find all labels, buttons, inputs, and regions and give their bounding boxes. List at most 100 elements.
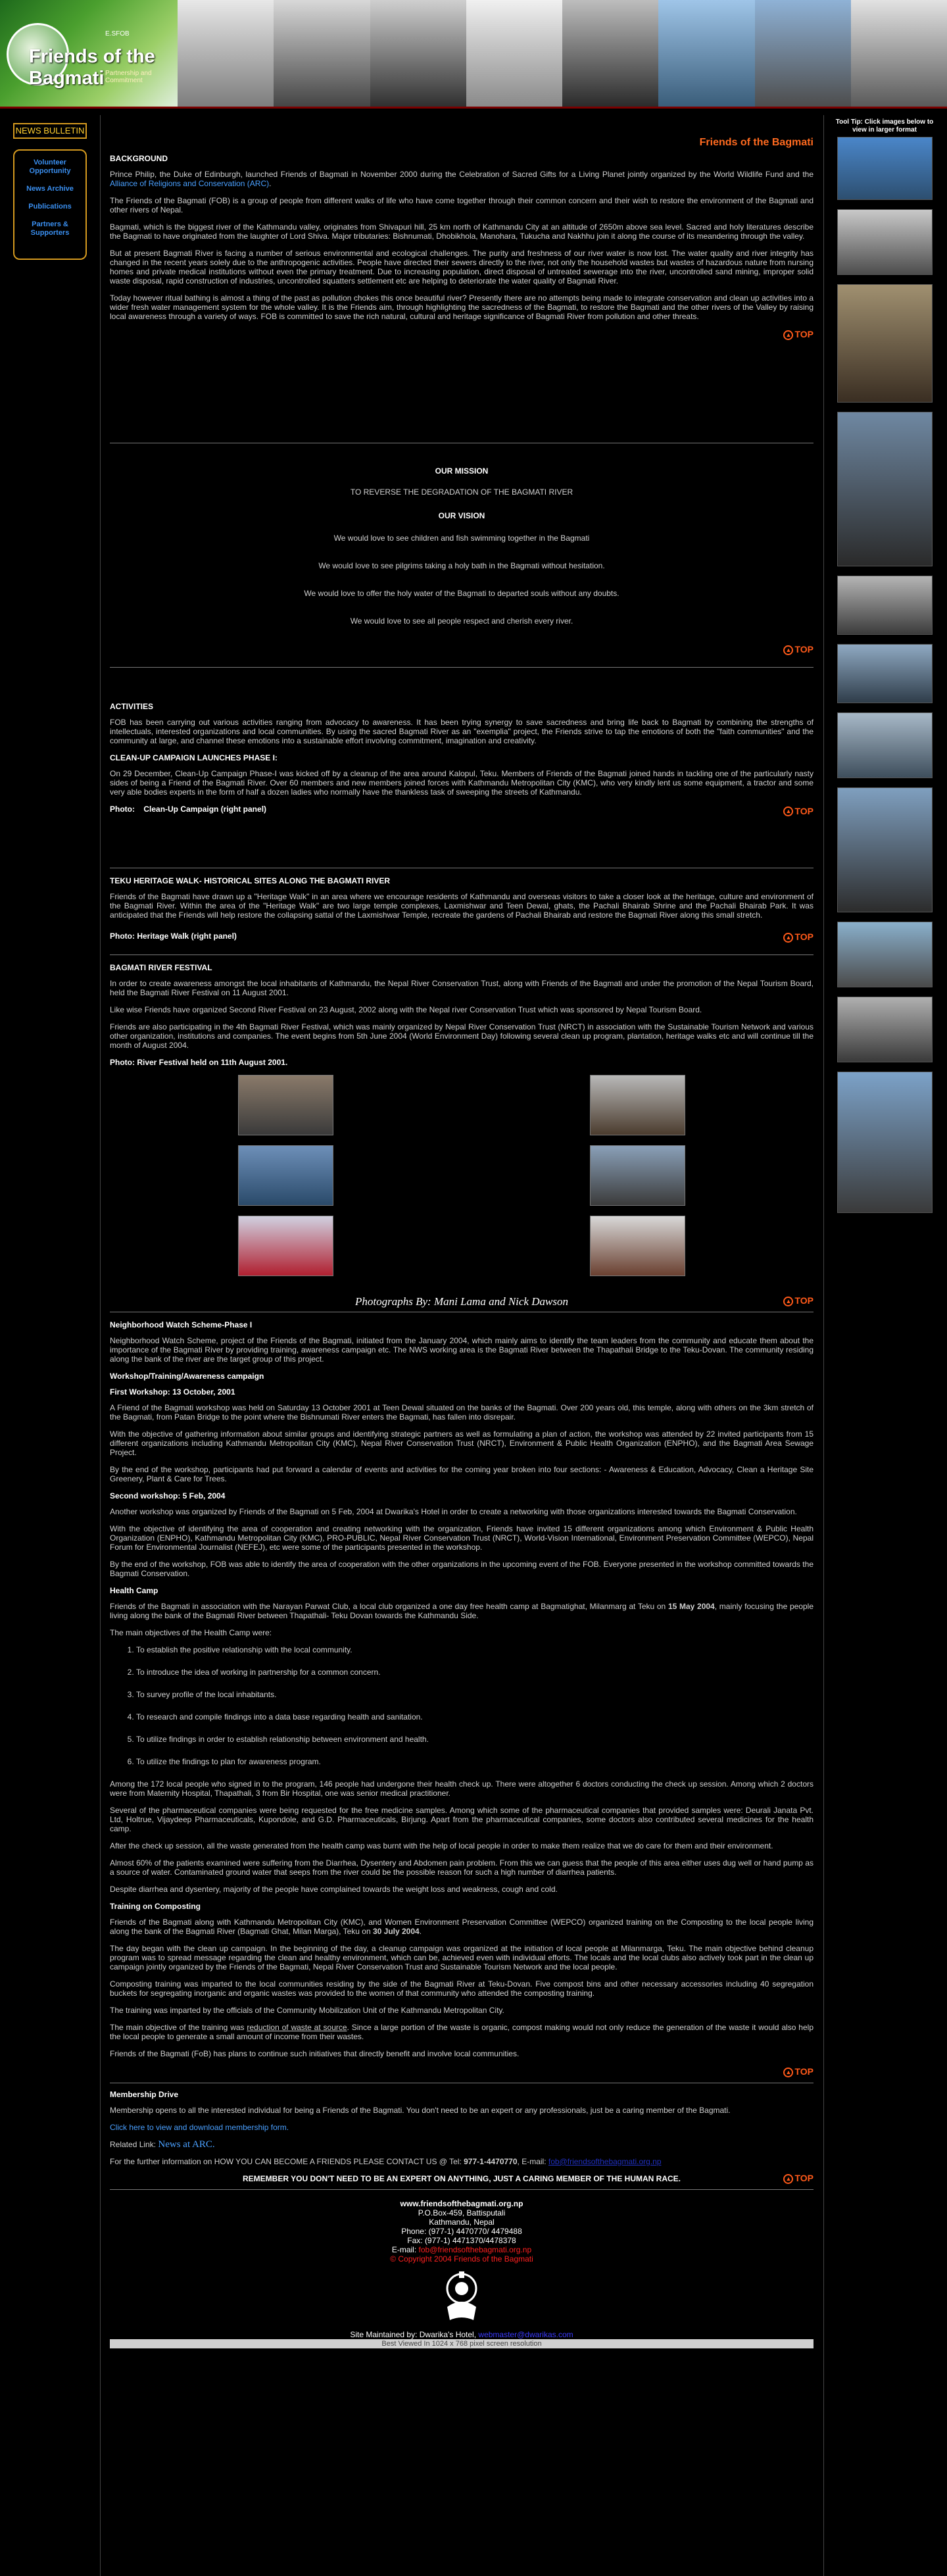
contact-text: , E-mail: bbox=[517, 2156, 548, 2166]
health-camp-heading: Health Camp bbox=[110, 1585, 158, 1595]
header-divider bbox=[0, 107, 947, 109]
footer-maintained: Site Maintained by: Dwarika's Hotel, web… bbox=[110, 2330, 813, 2339]
photo-thumbnail[interactable] bbox=[837, 209, 933, 275]
footer-email-line: E-mail: fob@friendsofthebagmati.org.np bbox=[110, 2245, 813, 2254]
footer-phone: Phone: (977-1) 4470770/ 4479488 bbox=[401, 2226, 522, 2236]
photo-thumbnail[interactable] bbox=[837, 997, 933, 1062]
top-label: TOP bbox=[794, 805, 813, 816]
background-paragraph: The Friends of the Bagmati (FOB) is a gr… bbox=[110, 196, 813, 214]
news-bulletin-button[interactable]: NEWS BULLETIN bbox=[13, 123, 87, 139]
list-item: To establish the positive relationship w… bbox=[136, 1645, 813, 1654]
photo-thumbnail[interactable] bbox=[837, 1072, 933, 1213]
emblem-icon bbox=[446, 2271, 477, 2320]
waste-reduction-text: reduction of waste at source bbox=[247, 2022, 347, 2032]
photo-thumbnail[interactable] bbox=[837, 787, 933, 912]
heritage-paragraph: Friends of the Bagmati have drawn up a "… bbox=[110, 892, 813, 920]
list-item: To survey profile of the local inhabitan… bbox=[136, 1690, 813, 1699]
banner-photo bbox=[754, 0, 851, 107]
photo-thumbnail[interactable] bbox=[837, 922, 933, 987]
contact-paragraph: For the further information on HOW YOU C… bbox=[110, 2157, 813, 2166]
festival-paragraph: In order to create awareness amongst the… bbox=[110, 979, 813, 998]
workshop-heading: Workshop/Training/Awareness campaign bbox=[110, 1371, 264, 1381]
up-arrow-icon: ▲ bbox=[783, 330, 794, 340]
festival-heading: BAGMATI RIVER FESTIVAL bbox=[110, 963, 212, 973]
festival-photo-grid bbox=[110, 1075, 813, 1286]
photo-caption-text: Clean-Up Campaign (right panel) bbox=[143, 804, 267, 814]
objectives-list: To establish the positive relationship w… bbox=[110, 1645, 813, 1766]
health-camp-date: 15 May 2004 bbox=[668, 1601, 715, 1611]
list-item: To introduce the idea of working in part… bbox=[136, 1668, 813, 1677]
festival-photo-caption: Photo: River Festival held on 11th Augus… bbox=[110, 1058, 288, 1068]
column-divider bbox=[100, 115, 101, 2576]
footer-address: P.O.Box-459, Battisputali bbox=[418, 2208, 506, 2217]
top-label: TOP bbox=[794, 2066, 813, 2077]
footer-email-link[interactable]: fob@friendsofthebagmati.org.np bbox=[419, 2245, 532, 2254]
nav-partners-supporters[interactable]: Partners & Supporters bbox=[14, 220, 85, 237]
up-arrow-icon: ▲ bbox=[783, 806, 794, 817]
watch-paragraph: Neighborhood Watch Scheme, project of th… bbox=[110, 1335, 813, 1364]
workshop-paragraph: By the end of the workshop, participants… bbox=[110, 1464, 813, 1483]
festival-photo[interactable] bbox=[238, 1075, 333, 1136]
top-button[interactable]: ▲ TOP bbox=[110, 2066, 813, 2077]
photo-thumbnail[interactable] bbox=[837, 644, 933, 703]
workshop-paragraph: By the end of the workshop, FOB was able… bbox=[110, 1559, 813, 1578]
vision-line: We would love to see all people respect … bbox=[350, 616, 573, 626]
list-item: To utilize findings in order to establis… bbox=[136, 1735, 813, 1744]
up-arrow-icon: ▲ bbox=[783, 2067, 794, 2077]
photo-thumbnail[interactable] bbox=[837, 576, 933, 635]
up-arrow-icon: ▲ bbox=[783, 933, 794, 943]
workshop-paragraph: With the objective of identifying the ar… bbox=[110, 1523, 813, 1552]
health-paragraph: Several of the pharmaceutical companies … bbox=[110, 1805, 813, 1833]
banner-photo bbox=[562, 0, 659, 107]
composting-paragraph: Friends of the Bagmati (FoB) has plans t… bbox=[110, 2048, 520, 2058]
festival-photo[interactable] bbox=[590, 1216, 685, 1277]
health-paragraph: Among the 172 local people who signed in… bbox=[110, 1779, 813, 1798]
composting-paragraph: The training was imparted by the officia… bbox=[110, 2005, 504, 2015]
festival-photo[interactable] bbox=[238, 1216, 333, 1277]
photo-thumbnail[interactable] bbox=[837, 284, 933, 403]
photo-thumbnail[interactable] bbox=[837, 712, 933, 778]
first-workshop-heading: First Workshop: 13 October, 2001 bbox=[110, 1387, 235, 1397]
tooltip-note: Tool Tip: Click images below to view in … bbox=[835, 118, 934, 134]
festival-photo[interactable] bbox=[590, 1145, 685, 1206]
objectives-intro: The main objectives of the Health Camp w… bbox=[110, 1627, 272, 1637]
column-divider bbox=[823, 115, 824, 2576]
top-label: TOP bbox=[794, 643, 813, 655]
banner-photo bbox=[274, 0, 370, 107]
festival-photo[interactable] bbox=[590, 1075, 685, 1136]
photo-thumbnail[interactable] bbox=[837, 412, 933, 566]
membership-paragraph: Membership opens to all the interested i… bbox=[110, 2105, 731, 2115]
banner-photo-strip bbox=[178, 0, 947, 107]
festival-paragraph: Like wise Friends have organized Second … bbox=[110, 1005, 702, 1015]
photo-thumbnail[interactable] bbox=[837, 137, 933, 200]
membership-form-paragraph: Click here to view and download membersh… bbox=[110, 2123, 813, 2132]
composting-paragraph: The day began with the clean up campaign… bbox=[110, 1943, 813, 1971]
vision-line: We would love to offer the holy water of… bbox=[304, 588, 619, 598]
background-heading: BACKGROUND bbox=[110, 154, 168, 163]
background-paragraph: But at present Bagmati River is facing a… bbox=[110, 249, 813, 285]
health-paragraph: After the check up session, all the wast… bbox=[110, 1841, 773, 1850]
top-button[interactable]: ▲ TOP bbox=[110, 644, 813, 655]
membership-form-link[interactable]: Click here to view and download membersh… bbox=[110, 2123, 289, 2132]
arc-news-link[interactable]: News at ARC. bbox=[158, 2139, 214, 2150]
webmaster-link[interactable]: webmaster@dwarikas.com bbox=[478, 2330, 573, 2339]
maintained-text: Site Maintained by: Dwarika's Hotel, bbox=[350, 2329, 477, 2339]
nav-publications[interactable]: Publications bbox=[14, 203, 85, 211]
nav-volunteer-opportunity[interactable]: Volunteer Opportunity bbox=[14, 159, 85, 176]
nav-news-archive[interactable]: News Archive bbox=[14, 185, 85, 193]
background-text: Prince Philip, the Duke of Edinburgh, la… bbox=[110, 170, 813, 179]
banner-tagline: Partnership and Commitment bbox=[105, 70, 152, 84]
arc-link[interactable]: Alliance of Religions and Conservation (… bbox=[110, 179, 269, 188]
top-button[interactable]: ▲ TOP bbox=[110, 329, 813, 340]
footer-site: www.friendsofthebagmati.org.np bbox=[400, 2198, 523, 2208]
workshop-paragraph: With the objective of gathering informat… bbox=[110, 1429, 813, 1457]
up-arrow-icon: ▲ bbox=[783, 645, 794, 655]
banner-photo bbox=[850, 0, 947, 107]
contact-email-link[interactable]: fob@friendsofthebagmati.org.np bbox=[548, 2157, 662, 2166]
second-workshop-heading: Second workshop: 5 Feb, 2004 bbox=[110, 1491, 226, 1500]
health-paragraph: Despite diarrhea and dysentery, majority… bbox=[110, 1884, 558, 1894]
festival-photo[interactable] bbox=[238, 1145, 333, 1206]
festival-paragraph: Friends are also participating in the 4t… bbox=[110, 1022, 813, 1051]
composting-paragraph: The main objective of the training was r… bbox=[110, 2023, 813, 2041]
composting-date: 30 July 2004 bbox=[372, 1926, 420, 1936]
